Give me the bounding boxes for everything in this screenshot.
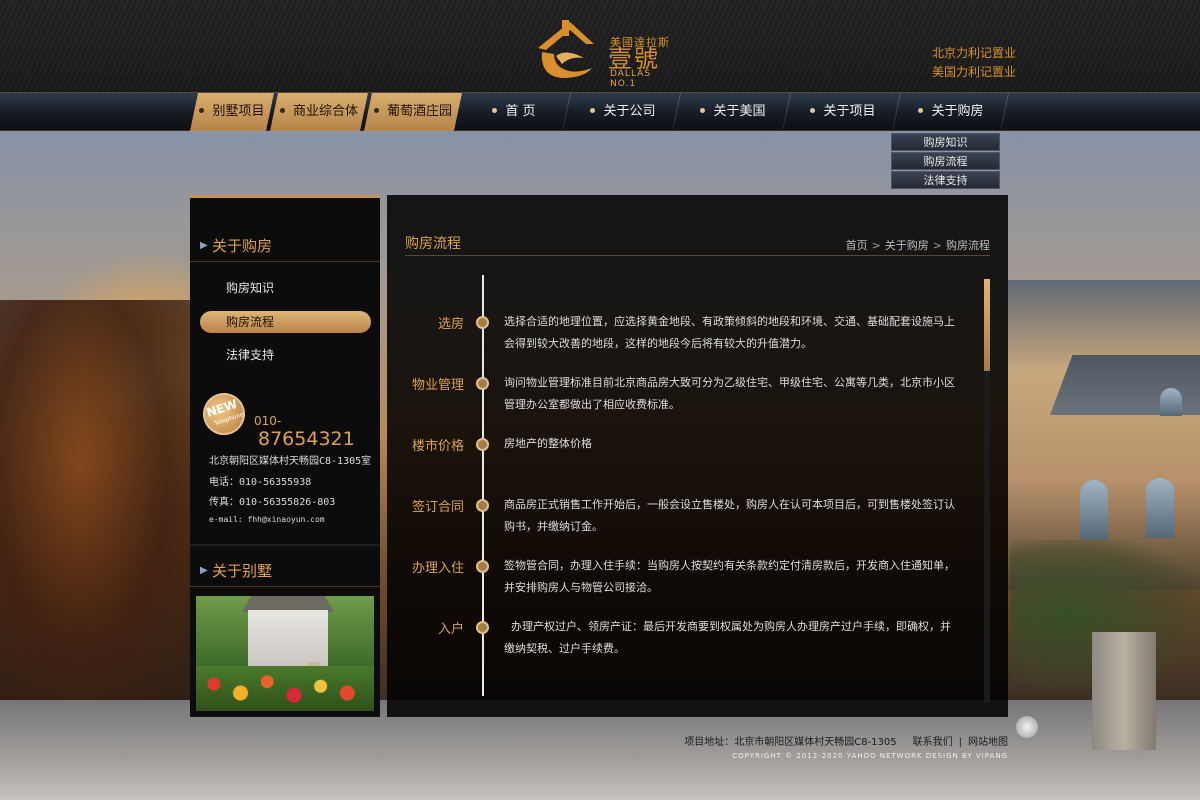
step-label-move-in: 入户 <box>437 622 464 637</box>
timeline-dot-icon <box>476 560 489 573</box>
breadcrumb-about-purchase[interactable]: 关于购房 <box>885 239 929 252</box>
contact-telephone: 电话：010-56355938 <box>209 477 312 488</box>
dropdown-item-process[interactable]: 购房流程 <box>891 152 1000 170</box>
step-text-move-in: 办理产权过户、领房产证：最后开发商要到权属处为购房人办理房产过户手续，即确权，并… <box>504 620 951 655</box>
header-link-beijing[interactable]: 北京力利记置业 <box>932 44 1022 63</box>
step-label-checkin: 办理入住 <box>411 561 464 576</box>
sidebar-divider <box>190 544 380 546</box>
bullet-icon <box>918 108 924 113</box>
timeline-dot-icon <box>476 499 489 512</box>
nav-item-villa[interactable]: 别墅项目 <box>190 93 274 131</box>
nav-item-winery[interactable]: 葡萄酒庄园 <box>364 93 462 131</box>
footer-address: 项目地址：北京市朝阳区媒体村天畅园C8-1305 <box>684 737 897 748</box>
step-label-contract: 签订合同 <box>411 500 464 515</box>
villa-photo-house <box>248 610 328 666</box>
contact-email[interactable]: e-mail: fhh@xinaoyun.com <box>209 515 325 524</box>
villa-photo[interactable] <box>196 596 374 711</box>
nav-item-about-project[interactable]: 关于项目 <box>788 93 898 131</box>
site-header: 美國達拉斯 壹號 DALLAS NO.1 北京力利记置业 美国力利记置业 <box>0 0 1200 92</box>
step-text-checkin: 签物管合同，办理入住手续：当购房人按契约有关条款约定付清房款后，开发商入住通知单… <box>504 559 955 594</box>
content-scrollbar[interactable] <box>984 279 990 703</box>
new-telephone-badge: NEW Telephone <box>197 387 251 441</box>
background-window <box>1160 388 1182 416</box>
breadcrumb-current: 购房流程 <box>946 239 990 252</box>
scrollbar-thumb[interactable] <box>984 279 990 371</box>
chevron-right-icon: > <box>932 239 942 252</box>
villa-photo-flowers <box>196 666 374 711</box>
sidebar-villa-title: ▶ 关于别墅 <box>190 555 380 587</box>
sidebar-item-knowledge[interactable]: 购房知识 <box>200 277 371 299</box>
hotline-number: 010-87654321 <box>254 414 355 450</box>
background-lamp <box>1016 716 1038 738</box>
main-nav: 别墅项目 商业综合体 葡萄酒庄园 首 页 关于公司 关于美国 关于项目 关于购房 <box>0 92 1200 131</box>
step-text-property: 询问物业管理标准目前北京商品房大致可分为乙级住宅、甲级住宅、公寓等几类，北京市小… <box>504 376 955 411</box>
footer-divider: | <box>958 737 962 748</box>
nav-item-about-company[interactable]: 关于公司 <box>568 93 678 131</box>
breadcrumb-home[interactable]: 首页 <box>846 239 868 252</box>
header-link-usa[interactable]: 美国力利记置业 <box>932 63 1022 82</box>
nav-item-home[interactable]: 首 页 <box>462 93 566 131</box>
nav-item-commercial[interactable]: 商业综合体 <box>270 93 368 131</box>
purchase-dropdown: 购房知识 购房流程 法律支持 <box>891 133 1000 190</box>
main-panel: 购房流程 首页 > 关于购房 > 购房流程 选房 选择合适的地理位置，应选择黄金地段、有… <box>387 195 1008 717</box>
arrow-right-icon: ▶ <box>200 565 208 576</box>
step-label-select: 选房 <box>437 317 464 332</box>
footer-links: 项目地址：北京市朝阳区媒体村天畅园C8-1305 联系我们 | 网站地图 <box>600 733 1008 748</box>
background-window <box>1080 480 1108 540</box>
sidebar-item-legal[interactable]: 法律支持 <box>200 344 371 366</box>
footer-contact-link[interactable]: 联系我们 <box>913 737 953 748</box>
logo-english: DALLAS NO.1 <box>610 69 652 89</box>
nav-item-about-usa[interactable]: 关于美国 <box>678 93 788 131</box>
sidebar-title: ▶ 关于购房 <box>190 230 380 262</box>
bullet-icon <box>492 108 498 113</box>
bullet-icon <box>199 108 204 113</box>
step-label-price: 楼市价格 <box>411 439 464 454</box>
step-label-property: 物业管理 <box>411 378 464 393</box>
timeline-dot-icon <box>476 438 489 451</box>
title-divider <box>405 255 990 256</box>
copyright: COPYRIGHT © 2012-2020 YAHOO NETWORK DESI… <box>732 752 1008 760</box>
bullet-icon <box>280 108 285 113</box>
sidebar: ▶ 关于购房 购房知识 购房流程 法律支持 NEW Telephone 010-… <box>190 195 380 717</box>
step-text-price: 房地产的整体价格 <box>504 437 592 450</box>
house-logo-icon <box>538 20 594 78</box>
site-logo[interactable]: 美國達拉斯 壹號 DALLAS NO.1 <box>532 18 672 89</box>
contact-fax: 传真：010-56355826-803 <box>209 497 336 508</box>
breadcrumb: 首页 > 关于购房 > 购房流程 <box>846 237 990 253</box>
chevron-right-icon: > <box>871 239 881 252</box>
dropdown-item-knowledge[interactable]: 购房知识 <box>891 133 1000 151</box>
footer-sitemap-link[interactable]: 网站地图 <box>968 737 1008 748</box>
step-text-select: 选择合适的地理位置，应选择黄金地段、有政策倾斜的地段和环境、交通、基础配套设施马… <box>504 315 955 350</box>
bullet-icon <box>374 108 379 113</box>
dropdown-item-legal[interactable]: 法律支持 <box>891 171 1000 189</box>
contact-address: 北京朝阳区媒体村天畅园C8-1305室 <box>209 456 372 467</box>
background-stone-pillar <box>1092 632 1156 750</box>
background-window <box>1146 478 1174 538</box>
timeline-dot-icon <box>476 316 489 329</box>
sidebar-item-process[interactable]: 购房流程 <box>200 311 371 333</box>
bullet-icon <box>700 108 706 113</box>
page-title: 购房流程 <box>405 236 461 252</box>
bullet-icon <box>590 108 596 113</box>
step-text-contract: 商品房正式销售工作开始后，一般会设立售楼处，购房人在认可本项目后，可到售楼处签订… <box>504 498 955 533</box>
arrow-right-icon: ▶ <box>200 240 208 251</box>
timeline-dot-icon <box>476 377 489 390</box>
nav-item-about-purchase[interactable]: 关于购房 <box>898 93 1004 131</box>
timeline-dot-icon <box>476 621 489 634</box>
bullet-icon <box>810 108 816 113</box>
header-links: 北京力利记置业 美国力利记置业 <box>932 44 1022 82</box>
background-trees <box>0 300 200 720</box>
